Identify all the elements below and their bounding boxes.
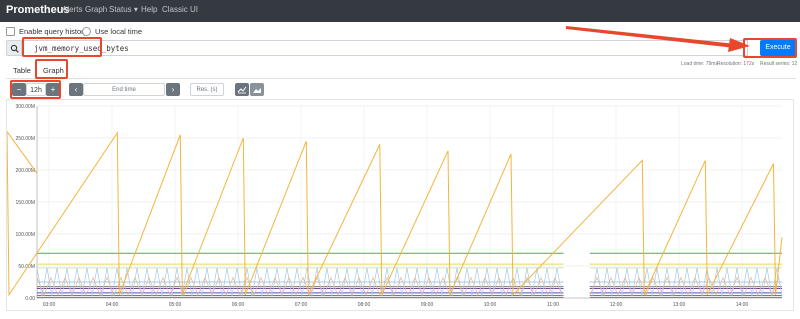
x-tick-label: 08:00 [358, 302, 371, 308]
annotation-range-box [10, 80, 61, 99]
y-tick-label: 300.00M [16, 104, 35, 110]
nav-help[interactable]: Help [141, 5, 157, 14]
expression-input[interactable]: jvm_memory_used_bytes [22, 40, 748, 56]
x-tick-label: 12:00 [610, 302, 623, 308]
y-tick-label: 100.00M [16, 232, 35, 238]
x-tick-label: 03:00 [43, 302, 56, 308]
end-time-input[interactable]: End time [83, 83, 165, 96]
next-time-button[interactable]: › [166, 83, 180, 96]
enable-query-history-label: Enable query history [19, 27, 88, 36]
line-chart-icon[interactable] [235, 83, 249, 96]
y-tick-label: 200.00M [16, 168, 35, 174]
tab-table[interactable]: Table [13, 66, 31, 75]
prev-time-button[interactable]: ‹ [69, 83, 83, 96]
use-local-time-label: Use local time [95, 27, 143, 36]
annotation-query-box [22, 37, 102, 57]
x-tick-label: 07:00 [295, 302, 308, 308]
enable-query-history-option[interactable]: Enable query history [6, 27, 87, 36]
x-tick-label: 11:00 [547, 302, 559, 308]
x-tick-label: 10:00 [484, 302, 497, 308]
stacked-chart-icon[interactable] [250, 83, 264, 96]
nav-alerts[interactable]: Alerts [62, 5, 82, 14]
x-tick-label: 09:00 [421, 302, 434, 308]
time-series-chart[interactable]: 300.00M250.00M200.00M150.00M100.00M50.00… [6, 100, 793, 310]
search-icon [6, 40, 22, 56]
sawtooth-series [6, 130, 783, 297]
query-row: jvm_memory_used_bytes Execute [6, 40, 796, 56]
x-tick-label: 14:00 [736, 302, 749, 308]
y-tick-label: 250.00M [16, 136, 35, 142]
nav-status[interactable]: Status ▾ [109, 5, 138, 14]
graph-controls: − 12h + ‹ End time › Res. (s) [12, 83, 792, 96]
checkbox-icon[interactable] [6, 27, 15, 36]
resolution-input[interactable]: Res. (s) [190, 83, 224, 96]
brand-logo[interactable]: Prometheus [6, 4, 70, 16]
x-tick-label: 05:00 [169, 302, 182, 308]
use-local-time-option[interactable]: Use local time [82, 27, 142, 36]
graph-panel: 300.00M 250.00M 200.00M 150.00M 100.00M 50.00… [6, 99, 794, 311]
x-tick-label: 06:00 [232, 302, 245, 308]
x-tick-label: 13:00 [673, 302, 686, 308]
y-tick-label: 0.00 [25, 296, 35, 302]
top-navbar: Prometheus Alerts Graph Status ▾ Help Cl… [0, 0, 800, 22]
annotation-graph-tab-box [35, 59, 68, 79]
nav-graph[interactable]: Graph [85, 5, 107, 14]
tab-bar: Table Graph [6, 64, 796, 79]
x-tick-label: 04:00 [106, 302, 119, 308]
y-tick-label: 150.00M [16, 200, 35, 206]
nav-classic-ui[interactable]: Classic UI [162, 5, 198, 14]
checkbox-icon[interactable] [82, 27, 91, 36]
annotation-execute-box [743, 38, 797, 58]
